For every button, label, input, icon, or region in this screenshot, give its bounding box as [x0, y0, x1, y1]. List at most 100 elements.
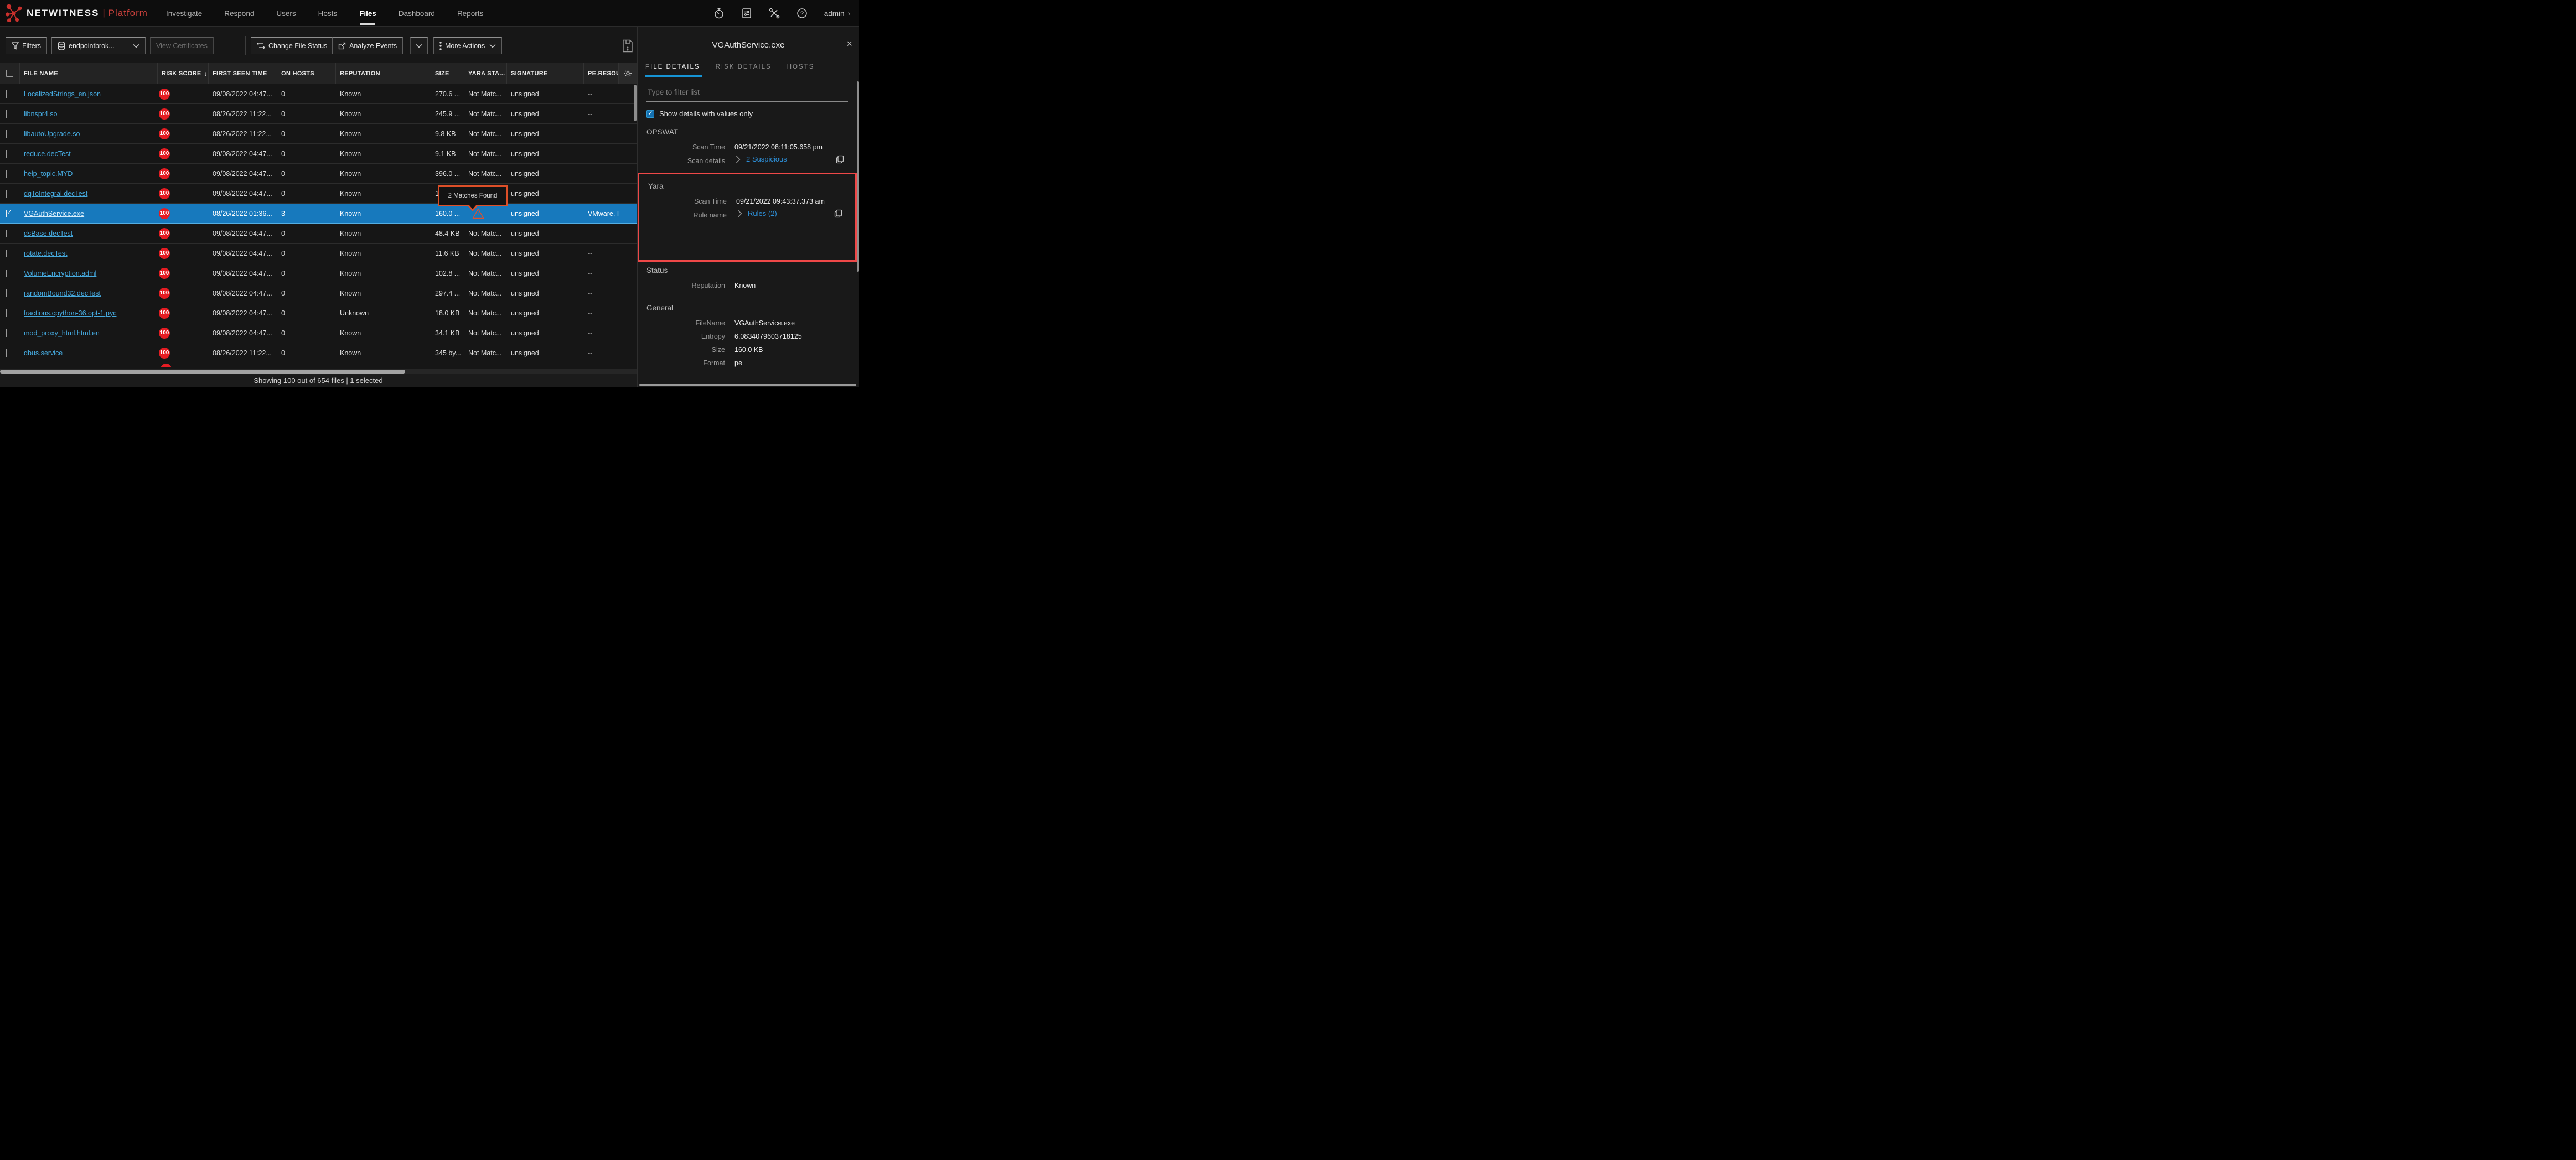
select-all-checkbox[interactable]: [6, 70, 13, 77]
table-row[interactable]: dqToIntegral.decTest 100 09/08/2022 04:47.…: [0, 184, 637, 204]
file-name-link[interactable]: dbus.service: [24, 349, 63, 357]
column-settings-button[interactable]: [619, 63, 637, 84]
table-row[interactable]: rotate.decTest 100 09/08/2022 04:47... 0 Kno…: [0, 244, 637, 263]
row-checkbox[interactable]: [6, 110, 7, 118]
scrollbar-thumb[interactable]: [0, 370, 405, 374]
column-header-reputation[interactable]: REPUTATION: [336, 63, 431, 84]
help-icon[interactable]: ?: [796, 8, 808, 19]
chevron-right-icon[interactable]: [737, 210, 742, 218]
detail-link[interactable]: 2 Suspicious: [746, 155, 787, 163]
row-checkbox[interactable]: [6, 349, 7, 357]
timer-icon[interactable]: [713, 8, 725, 19]
panel-title: VGAuthService.exe: [712, 40, 785, 50]
file-name-link[interactable]: fractions.cpython-36.opt-1.pyc: [24, 309, 116, 317]
detail-label: Scan details: [687, 157, 725, 165]
row-checkbox[interactable]: [6, 90, 7, 98]
table-row[interactable]: reduce.decTest 100 09/08/2022 04:47... 0 Kno…: [0, 144, 637, 164]
file-name-link[interactable]: dqToIntegral.decTest: [24, 190, 87, 198]
detail-link[interactable]: Rules (2): [748, 209, 777, 218]
row-checkbox[interactable]: [6, 189, 7, 198]
row-checkbox[interactable]: [6, 229, 7, 237]
table-row[interactable]: fractions.cpython-36.opt-1.pyc 100 09/08/2…: [0, 303, 637, 323]
table-horizontal-scrollbar[interactable]: [0, 369, 637, 374]
table-row[interactable]: randomBound32.decTest 100 09/08/2022 04:47…: [0, 283, 637, 303]
file-name-link[interactable]: randomBound32.decTest: [24, 289, 101, 297]
nav-item-dashboard[interactable]: Dashboard: [399, 0, 435, 27]
column-header-yara-status[interactable]: YARA STA...: [464, 63, 507, 84]
values-only-checkbox[interactable]: [646, 109, 654, 118]
file-name-link[interactable]: help_topic.MYD: [24, 170, 73, 178]
close-icon[interactable]: ×: [846, 39, 852, 49]
row-checkbox[interactable]: [6, 209, 7, 218]
detail-value: Known: [734, 282, 756, 289]
row-checkbox[interactable]: [6, 289, 7, 297]
column-header-on-hosts[interactable]: ON HOSTS: [277, 63, 336, 84]
tab-risk-details[interactable]: RISK DETAILS: [716, 64, 772, 77]
risk-score-badge: 100: [159, 148, 170, 159]
nav-item-users[interactable]: Users: [276, 0, 296, 27]
chevron-right-icon[interactable]: [736, 156, 741, 163]
row-checkbox[interactable]: [6, 149, 7, 158]
jobs-icon[interactable]: [741, 8, 752, 19]
column-header-pe-resources[interactable]: PE.RESOUI: [584, 63, 619, 84]
row-checkbox[interactable]: [6, 269, 7, 277]
tab-file-details[interactable]: FILE DETAILS: [645, 64, 702, 77]
tab-hosts[interactable]: HOSTS: [787, 64, 815, 77]
table-row[interactable]: dsBase.decTest 100 09/08/2022 04:47... 0 Kno…: [0, 224, 637, 244]
file-name-link[interactable]: mod_proxy_html.html.en: [24, 329, 100, 337]
table-row[interactable]: VGAuthService.exe 100 08/26/2022 01:36... 3…: [0, 204, 637, 224]
row-checkbox[interactable]: [6, 249, 7, 257]
row-checkbox[interactable]: [6, 309, 7, 317]
table-vertical-scrollbar[interactable]: [634, 85, 637, 121]
table-row[interactable]: libautoUpgrade.so 100 08/26/2022 11:22... 0…: [0, 124, 637, 144]
file-name-link[interactable]: reduce.decTest: [24, 150, 71, 158]
copy-icon[interactable]: [836, 155, 844, 164]
yara-status: Not Matc...: [468, 349, 502, 357]
row-checkbox[interactable]: [6, 130, 7, 138]
analyze-events-menu-button[interactable]: [410, 37, 428, 54]
nav-item-reports[interactable]: Reports: [457, 0, 483, 27]
column-header-file-name[interactable]: FILE NAME: [20, 63, 158, 84]
nav-item-files[interactable]: Files: [359, 0, 376, 27]
brand[interactable]: NETWITNESS | Platform: [6, 4, 148, 22]
table-row[interactable]: mod_proxy_html.html.en 100 09/08/2022 04:4…: [0, 323, 637, 343]
file-name-link[interactable]: dsBase.decTest: [24, 230, 73, 237]
reputation-value: Known: [340, 269, 361, 277]
file-name-link[interactable]: libautoUpgrade.so: [24, 130, 80, 138]
filters-button[interactable]: Filters: [6, 37, 48, 54]
more-actions-button[interactable]: More Actions: [433, 37, 503, 54]
column-header-signature[interactable]: SIGNATURE: [507, 63, 584, 84]
panel-content: Show details with values only OPSWAT Scan…: [638, 79, 857, 387]
file-name-link[interactable]: LocalizedStrings_en.json: [24, 90, 101, 98]
nav-item-hosts[interactable]: Hosts: [318, 0, 338, 27]
table-row[interactable]: dbus.service 100 08/26/2022 11:22... 0 Known…: [0, 343, 637, 363]
panel-horizontal-scrollbar[interactable]: [639, 384, 856, 386]
tools-icon[interactable]: [769, 8, 780, 19]
filter-list-input[interactable]: [646, 86, 848, 102]
view-certificates-button[interactable]: View Certificates: [150, 37, 214, 54]
table-row[interactable]: VolumeEncryption.adml 100 09/08/2022 04:47…: [0, 263, 637, 283]
column-header-risk-score[interactable]: RISK SCORE ↓: [158, 63, 209, 84]
change-file-status-button[interactable]: Change File Status: [251, 37, 334, 54]
column-header-size[interactable]: SIZE: [431, 63, 464, 84]
on-hosts-count: 0: [281, 269, 285, 277]
file-name-link[interactable]: rotate.decTest: [24, 250, 68, 257]
copy-icon[interactable]: [834, 209, 842, 218]
column-header-first-seen-time[interactable]: FIRST SEEN TIME: [209, 63, 277, 84]
nav-item-investigate[interactable]: Investigate: [166, 0, 202, 27]
table-row[interactable]: libnspr4.so 100 08/26/2022 11:22... 0 Known 2…: [0, 104, 637, 124]
user-menu[interactable]: admin ›: [824, 9, 850, 18]
table-row[interactable]: help_topic.MYD 100 09/08/2022 04:47... 0 Kno…: [0, 164, 637, 184]
panel-vertical-scrollbar[interactable]: [857, 81, 859, 272]
file-size: 102.8 ...: [435, 269, 461, 277]
analyze-events-button[interactable]: Analyze Events: [332, 37, 404, 54]
row-checkbox[interactable]: [6, 329, 7, 337]
file-name-link[interactable]: VGAuthService.exe: [24, 210, 84, 218]
nav-item-respond[interactable]: Respond: [224, 0, 254, 27]
table-row[interactable]: LocalizedStrings_en.json 100 09/08/2022 04…: [0, 84, 637, 104]
row-checkbox[interactable]: [6, 169, 7, 178]
file-name-link[interactable]: VolumeEncryption.adml: [24, 270, 96, 277]
service-selector[interactable]: endpointbrok...: [51, 37, 146, 54]
save-view-icon[interactable]: [622, 39, 633, 53]
file-name-link[interactable]: libnspr4.so: [24, 110, 57, 118]
